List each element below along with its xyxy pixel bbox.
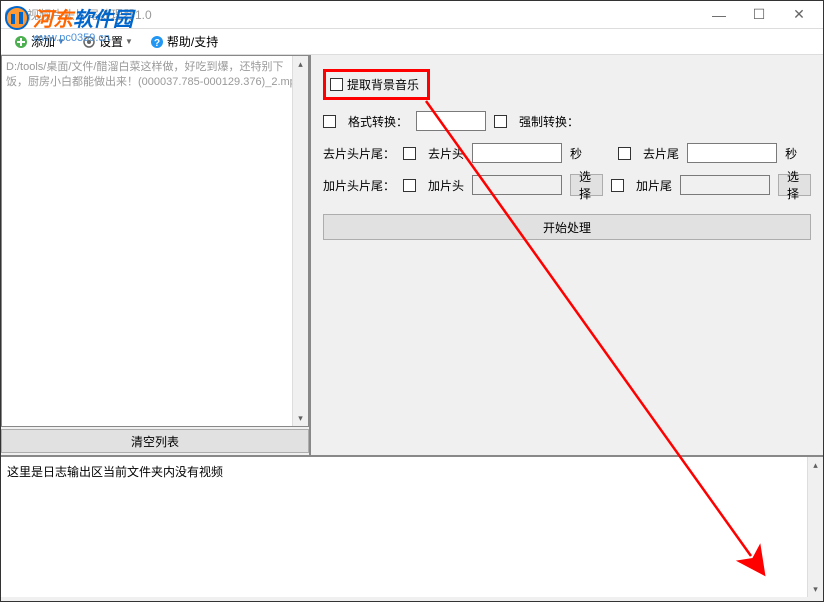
add-label: 加片头片尾： <box>323 177 395 194</box>
help-icon: ? <box>149 34 165 50</box>
add-head-checkbox[interactable] <box>403 179 416 192</box>
scroll-down-icon[interactable]: ▾ <box>808 581 823 597</box>
extract-bgm-label: 提取背景音乐 <box>347 76 419 93</box>
add-tail-checkbox[interactable] <box>611 179 624 192</box>
format-convert-label: 格式转换： <box>348 113 408 130</box>
left-panel: D:/tools/桌面/文件/醋溜白菜这样做，好吃到爆，还特别下饭，厨房小白都能… <box>1 55 311 455</box>
add-icon <box>13 34 29 50</box>
chevron-down-icon: ▼ <box>125 37 133 46</box>
scroll-up-icon[interactable]: ▴ <box>293 56 308 72</box>
highlighted-option: 提取背景音乐 <box>323 69 430 100</box>
force-convert-checkbox[interactable] <box>494 115 507 128</box>
maximize-button[interactable]: ☐ <box>739 2 779 28</box>
log-text: 这里是日志输出区当前文件夹内没有视频 <box>7 465 223 479</box>
window-title: 视频片头片尾处理器1.0 <box>27 6 699 23</box>
start-button[interactable]: 开始处理 <box>323 214 811 240</box>
trim-label: 去片头片尾： <box>323 145 395 162</box>
file-list[interactable]: D:/tools/桌面/文件/醋溜白菜这样做，好吃到爆，还特别下饭，厨房小白都能… <box>1 55 309 427</box>
menubar: 添加 ▼ 设置 ▼ ? 帮助/支持 <box>1 29 823 55</box>
trim-head-checkbox[interactable] <box>403 147 416 160</box>
add-tail-input[interactable] <box>680 175 770 195</box>
trim-tail-label: 去片尾 <box>643 145 679 162</box>
log-scrollbar[interactable]: ▴ ▾ <box>807 457 823 597</box>
scrollbar[interactable]: ▴ ▾ <box>292 56 308 426</box>
format-convert-checkbox[interactable] <box>323 115 336 128</box>
trim-head-input[interactable] <box>472 143 562 163</box>
trim-head-label: 去片头 <box>428 145 464 162</box>
scroll-down-icon[interactable]: ▾ <box>293 410 308 426</box>
clear-list-button[interactable]: 清空列表 <box>1 429 309 453</box>
menu-help[interactable]: ? 帮助/支持 <box>145 31 222 52</box>
format-input[interactable] <box>416 111 486 131</box>
titlebar: 视频片头片尾处理器1.0 — ☐ ✕ <box>1 1 823 29</box>
minimize-button[interactable]: — <box>699 2 739 28</box>
list-item[interactable]: D:/tools/桌面/文件/醋溜白菜这样做，好吃到爆，还特别下饭，厨房小白都能… <box>6 60 304 91</box>
add-head-input[interactable] <box>472 175 562 195</box>
close-button[interactable]: ✕ <box>779 2 819 28</box>
trim-tail-input[interactable] <box>687 143 777 163</box>
menu-settings[interactable]: 设置 ▼ <box>77 31 137 52</box>
trim-tail-checkbox[interactable] <box>618 147 631 160</box>
menu-add[interactable]: 添加 ▼ <box>9 31 69 52</box>
select-tail-button[interactable]: 选择 <box>778 174 811 196</box>
add-head-label: 加片头 <box>428 177 464 194</box>
seconds-label-1: 秒 <box>570 145 582 162</box>
seconds-label-2: 秒 <box>785 145 797 162</box>
add-tail-label: 加片尾 <box>636 177 672 194</box>
svg-text:?: ? <box>154 38 160 49</box>
gear-icon <box>81 34 97 50</box>
force-convert-label: 强制转换： <box>519 113 579 130</box>
scroll-up-icon[interactable]: ▴ <box>808 457 823 473</box>
log-area: 这里是日志输出区当前文件夹内没有视频 ▴ ▾ <box>1 455 823 597</box>
right-panel: 提取背景音乐 格式转换： 强制转换： 去片头片尾： 去片头 秒 去片尾 秒 <box>311 55 823 455</box>
app-icon <box>5 7 21 23</box>
chevron-down-icon: ▼ <box>57 37 65 46</box>
extract-bgm-checkbox[interactable] <box>330 78 343 91</box>
select-head-button[interactable]: 选择 <box>570 174 603 196</box>
